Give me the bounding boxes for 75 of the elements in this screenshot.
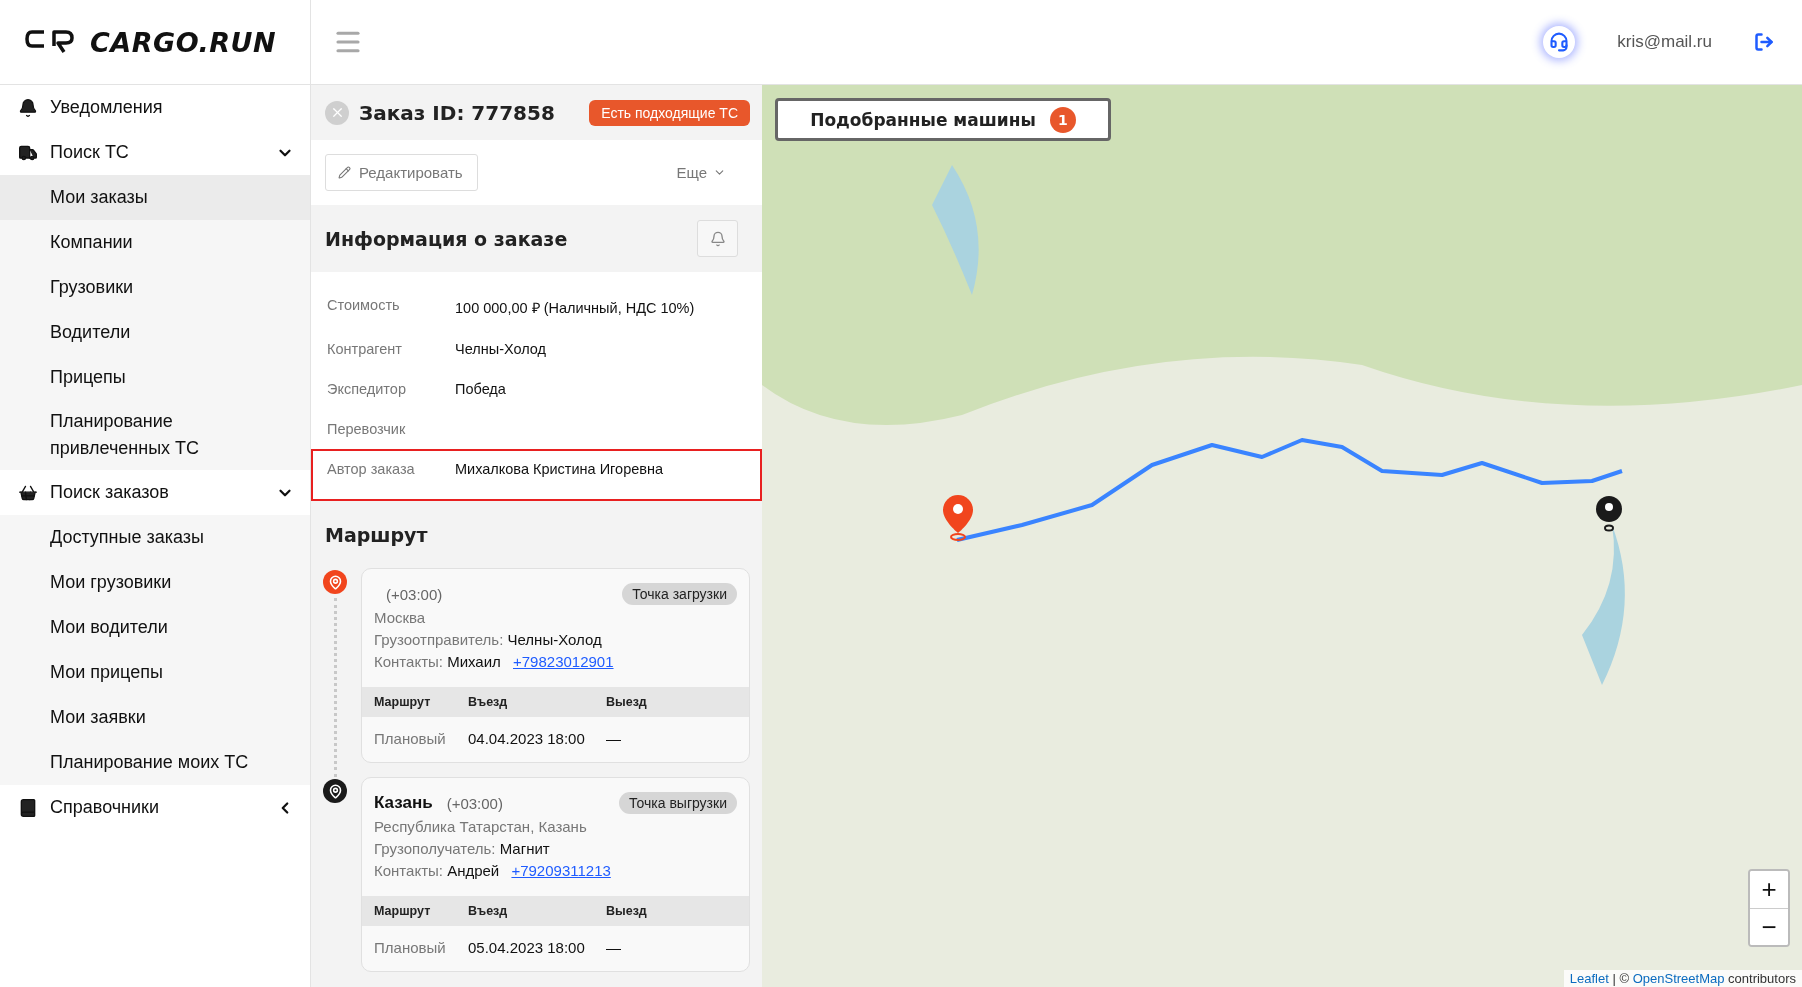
stop-type-badge: Точка выгрузки: [619, 792, 737, 814]
book-icon: [18, 797, 38, 818]
logout-button[interactable]: [1754, 32, 1774, 52]
field-value: Михалкова Кристина Игоревна: [455, 461, 664, 477]
edit-button[interactable]: Редактировать: [325, 154, 478, 191]
table-cell-text: 04.04.2023 18:00: [468, 730, 586, 747]
column-header: Маршрут: [374, 695, 432, 709]
stop-timezone: (+03:00): [385, 585, 444, 603]
map-attribution: Leaflet | © OpenStreetMap contributors: [1563, 970, 1802, 987]
matched-vehicles-button[interactable]: Подобранные машины 1: [775, 98, 1111, 141]
stop-address: Республика Татарстан, Казань: [374, 817, 588, 836]
more-dropdown[interactable]: Еще: [670, 163, 732, 182]
section-title: Информация о заказе: [325, 227, 568, 250]
stop-party: Грузоотправитель: Челны-Холод: [374, 630, 603, 649]
openstreetmap-link[interactable]: OpenStreetMap: [1632, 971, 1725, 986]
stop-type-badge: Точка загрузки: [622, 583, 737, 605]
stop-party: Грузополучатель: Магнит: [374, 839, 551, 858]
map-pin-icon[interactable]: [1595, 495, 1623, 533]
phone-link[interactable]: +79209311213: [511, 862, 611, 879]
sidebar-item[interactable]: Мои водители: [0, 605, 310, 650]
sidebar-item[interactable]: Планирование привлеченных ТС: [0, 400, 310, 470]
sidebar-item[interactable]: Мои заявки: [0, 695, 310, 740]
phone-link[interactable]: +79823012901: [513, 653, 614, 670]
bell-icon: [709, 230, 726, 247]
stop-timezone: (+03:00): [446, 794, 504, 812]
bell-icon: [18, 97, 38, 118]
notification-button[interactable]: [697, 220, 738, 257]
sidebar-group-label: Уведомления: [50, 97, 164, 118]
table-cell-text: —: [606, 939, 622, 956]
logo-mark-icon: [24, 29, 76, 55]
sidebar-item[interactable]: Планирование моих ТС: [0, 740, 310, 785]
field-label: Автор заказа: [327, 461, 416, 477]
column-header: Выезд: [606, 904, 648, 918]
stop-contacts: Контакты: Андрей +79209311213: [374, 861, 612, 880]
sidebar-item[interactable]: Компании: [0, 220, 310, 265]
column-header: Въезд: [468, 904, 509, 918]
field-value: 100 000,00 ₽ (Наличный, НДС 10%): [455, 299, 695, 317]
logo-text: CARGO.RUN: [90, 26, 277, 58]
stop-contacts: Контакты: Михаил +79823012901: [374, 652, 615, 671]
sidebar-item[interactable]: Водители: [0, 310, 310, 355]
field-value: Челны-Холод: [455, 341, 547, 357]
pencil-icon: [338, 166, 351, 179]
table-cell-text: Плановый: [374, 939, 447, 956]
sidebar-group-label: Поиск ТС: [50, 142, 130, 163]
field-label: Перевозчик: [327, 421, 407, 437]
logout-icon: [1754, 32, 1774, 52]
field-label: Стоимость: [327, 297, 401, 313]
status-badge: Есть подходящие ТС: [589, 99, 750, 126]
section-title: Маршрут: [325, 523, 428, 546]
sidebar-item[interactable]: Мои заказы: [0, 175, 310, 220]
user-email: kris@mail.ru: [1617, 32, 1712, 52]
stop-city: Казань: [374, 793, 433, 813]
sidebar-item[interactable]: Прицепы: [0, 355, 310, 400]
table-cell-text: 05.04.2023 18:00: [468, 939, 586, 956]
column-header: Маршрут: [374, 904, 432, 918]
table-cell-text: —: [606, 730, 622, 747]
sidebar-item[interactable]: Мои прицепы: [0, 650, 310, 695]
sidebar-item[interactable]: Доступные заказы: [0, 515, 310, 560]
headset-button[interactable]: [1543, 26, 1576, 58]
sidebar-item[interactable]: Грузовики: [0, 265, 310, 310]
sidebar-item[interactable]: Мои грузовики: [0, 560, 310, 605]
stop-address: Москва: [374, 608, 427, 627]
count-badge: 1: [1049, 106, 1076, 133]
table-cell-text: Плановый: [374, 730, 447, 747]
headset-icon: [1549, 32, 1570, 52]
field-value: Победа: [455, 381, 506, 397]
sidebar-group-label: Справочники: [50, 797, 161, 818]
sidebar-group-label: Поиск заказов: [50, 482, 170, 503]
column-header: Выезд: [606, 695, 648, 709]
column-header: Въезд: [468, 695, 509, 709]
field-label: Контрагент: [327, 341, 403, 357]
order-title: Заказ ID: 777858: [359, 100, 556, 125]
field-label: Экспедитор: [327, 381, 407, 397]
leaflet-link[interactable]: Leaflet: [1569, 971, 1609, 986]
zoom-out-button[interactable]: −: [1750, 908, 1788, 945]
